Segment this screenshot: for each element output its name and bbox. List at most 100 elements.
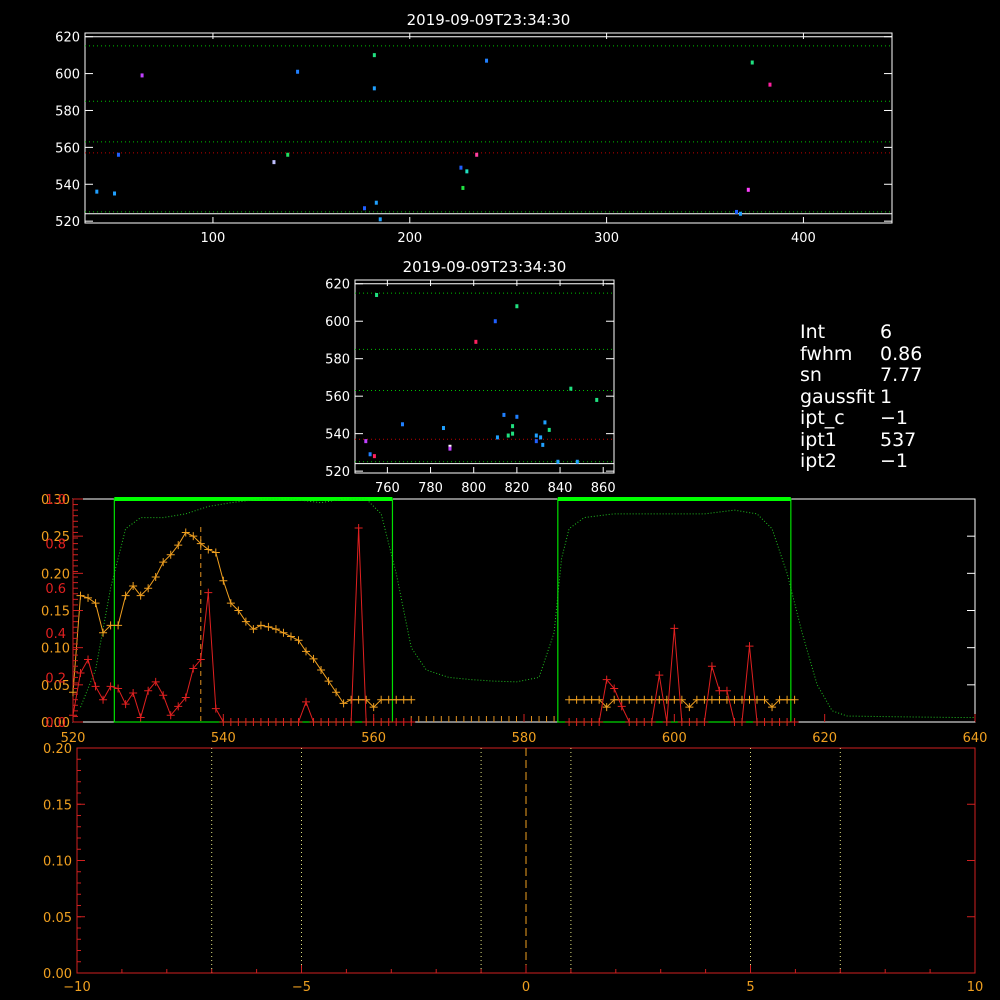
data-point (511, 424, 515, 429)
data-point (511, 431, 515, 436)
data-point (495, 435, 499, 440)
plot-frame (84, 32, 893, 224)
red-series-point (722, 686, 731, 695)
orange-series-point (670, 695, 679, 704)
red-series-point (324, 718, 333, 726)
red-series-point (392, 718, 401, 726)
red-series-point (700, 718, 709, 726)
y-tick-label: 620 (55, 31, 80, 46)
red-series-line (72, 527, 412, 723)
stat-ipt-c: ipt_c −1 (800, 407, 922, 430)
offset-panel: −10 −5 0 5 10 0.00 0.05 0.10 0.15 0.20 (43, 742, 983, 995)
red-series-point (354, 523, 363, 532)
window-box (113, 498, 394, 723)
data-point (140, 73, 144, 78)
red-series-line (569, 628, 795, 723)
y-tick-label: 540 (55, 178, 80, 193)
red-series-point (136, 713, 145, 722)
orange-series-point (256, 621, 265, 630)
x-tick-label: 100 (201, 231, 226, 246)
y-tick-label: 0.20 (43, 742, 72, 757)
scatter-panel-1: 2019-09-09T23:34:30 760 780 800 820 840 860 520… (325, 258, 615, 496)
y-tick-label: 560 (55, 141, 80, 156)
x-tick-label: 560 (361, 731, 386, 746)
red-series-point (339, 718, 348, 726)
stat-ipt1: ipt1 537 (800, 429, 922, 452)
orange-series-point (572, 695, 581, 704)
data-point (493, 319, 497, 324)
spectrum-panel: 520 540 560 580 600 620 6400.000.050.100.150.2… (41, 493, 987, 746)
orange-series-point (783, 695, 792, 704)
figure-canvas: 2019-09-09T23:34:30100 200 300 400520540560… (41, 11, 987, 995)
red-series-point (707, 662, 716, 671)
orange-series-point (632, 695, 641, 704)
x-tick-label: 760 (375, 481, 400, 496)
y-tick-label: 540 (325, 428, 350, 443)
data-point (534, 433, 538, 438)
red-series-point (692, 718, 701, 726)
data-point (543, 420, 547, 425)
orange-series-point (354, 695, 363, 704)
orange-series-point (707, 695, 716, 704)
red-series-point (332, 718, 341, 726)
red-series-point (114, 684, 123, 693)
stat-key: fwhm (800, 342, 853, 365)
data-point (441, 426, 445, 431)
stat-sn: sn 7.77 (800, 364, 922, 387)
data-point (735, 209, 739, 214)
data-point (286, 152, 290, 157)
red-series-point (226, 718, 235, 726)
stat-key: gaussfit (800, 385, 875, 408)
stat-gaussfit: gaussfit 1 (800, 385, 922, 409)
stat-value: −1 (880, 407, 909, 429)
red-series-point (159, 691, 168, 700)
stat-fwhm: fwhm 0.86 (800, 342, 922, 366)
data-point (95, 189, 99, 194)
orange-series-point (384, 695, 393, 704)
y-tick-label: 0.05 (43, 911, 72, 926)
red-series-point (309, 718, 318, 726)
data-point (374, 200, 378, 205)
data-point (515, 304, 519, 309)
data-point (569, 386, 573, 391)
orange-series-point (219, 576, 228, 585)
x-tick-label: 600 (662, 731, 687, 746)
data-point (461, 185, 465, 190)
y-tick-label: 0.15 (43, 798, 72, 813)
y-tick-label: 620 (325, 278, 350, 293)
data-point (465, 169, 469, 174)
data-point (113, 191, 117, 196)
orange-series-point (69, 688, 77, 697)
red-series-point (271, 718, 280, 726)
chart-title: 2019-09-09T23:34:30 (407, 11, 571, 29)
red-y-tick-label: 0.6 (45, 582, 66, 597)
red-series-point (715, 686, 724, 695)
red-series-point (760, 718, 769, 726)
data-point (448, 446, 452, 451)
data-point (372, 86, 376, 91)
x-tick-label: 860 (591, 481, 616, 496)
y-tick-label: 520 (325, 465, 350, 480)
red-series-point (625, 718, 634, 726)
y-tick-label: 0.00 (43, 967, 72, 982)
plot-frame (354, 279, 615, 474)
red-series-point (99, 695, 108, 704)
red-series-point (249, 718, 258, 726)
orange-series-point (294, 636, 303, 645)
x-tick-label: 5 (746, 980, 754, 995)
y-tick-label: 580 (55, 104, 80, 119)
x-tick-label: 820 (504, 481, 529, 496)
orange-series-point (271, 625, 280, 634)
orange-series-point (715, 695, 724, 704)
y-tick-label: 0.10 (41, 642, 70, 657)
x-tick-label: 200 (397, 231, 422, 246)
red-series-point (640, 718, 649, 726)
data-point (372, 53, 376, 58)
red-series-point (377, 718, 386, 726)
orange-series-point (339, 699, 348, 708)
orange-series-point (399, 695, 408, 704)
red-series-point (745, 642, 754, 651)
data-point (506, 433, 510, 438)
data-point (368, 452, 372, 457)
data-point (378, 217, 382, 222)
